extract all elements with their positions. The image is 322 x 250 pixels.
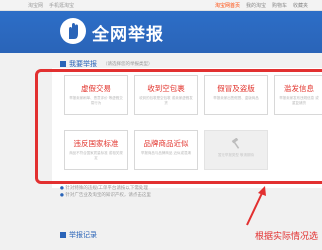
- annotation-arrow-icon: [246, 186, 266, 226]
- section-header-records: 举报记录: [60, 230, 97, 240]
- section-square-icon: [60, 232, 66, 238]
- page: 淘宝网 手机逛淘宝 淘宝网首页 我的淘宝 购物车 收藏夹 全网举报 我要举报 （…: [0, 0, 322, 250]
- annotation-text: 根据实际情况选: [255, 232, 319, 242]
- section2-title[interactable]: 举报记录: [69, 230, 97, 240]
